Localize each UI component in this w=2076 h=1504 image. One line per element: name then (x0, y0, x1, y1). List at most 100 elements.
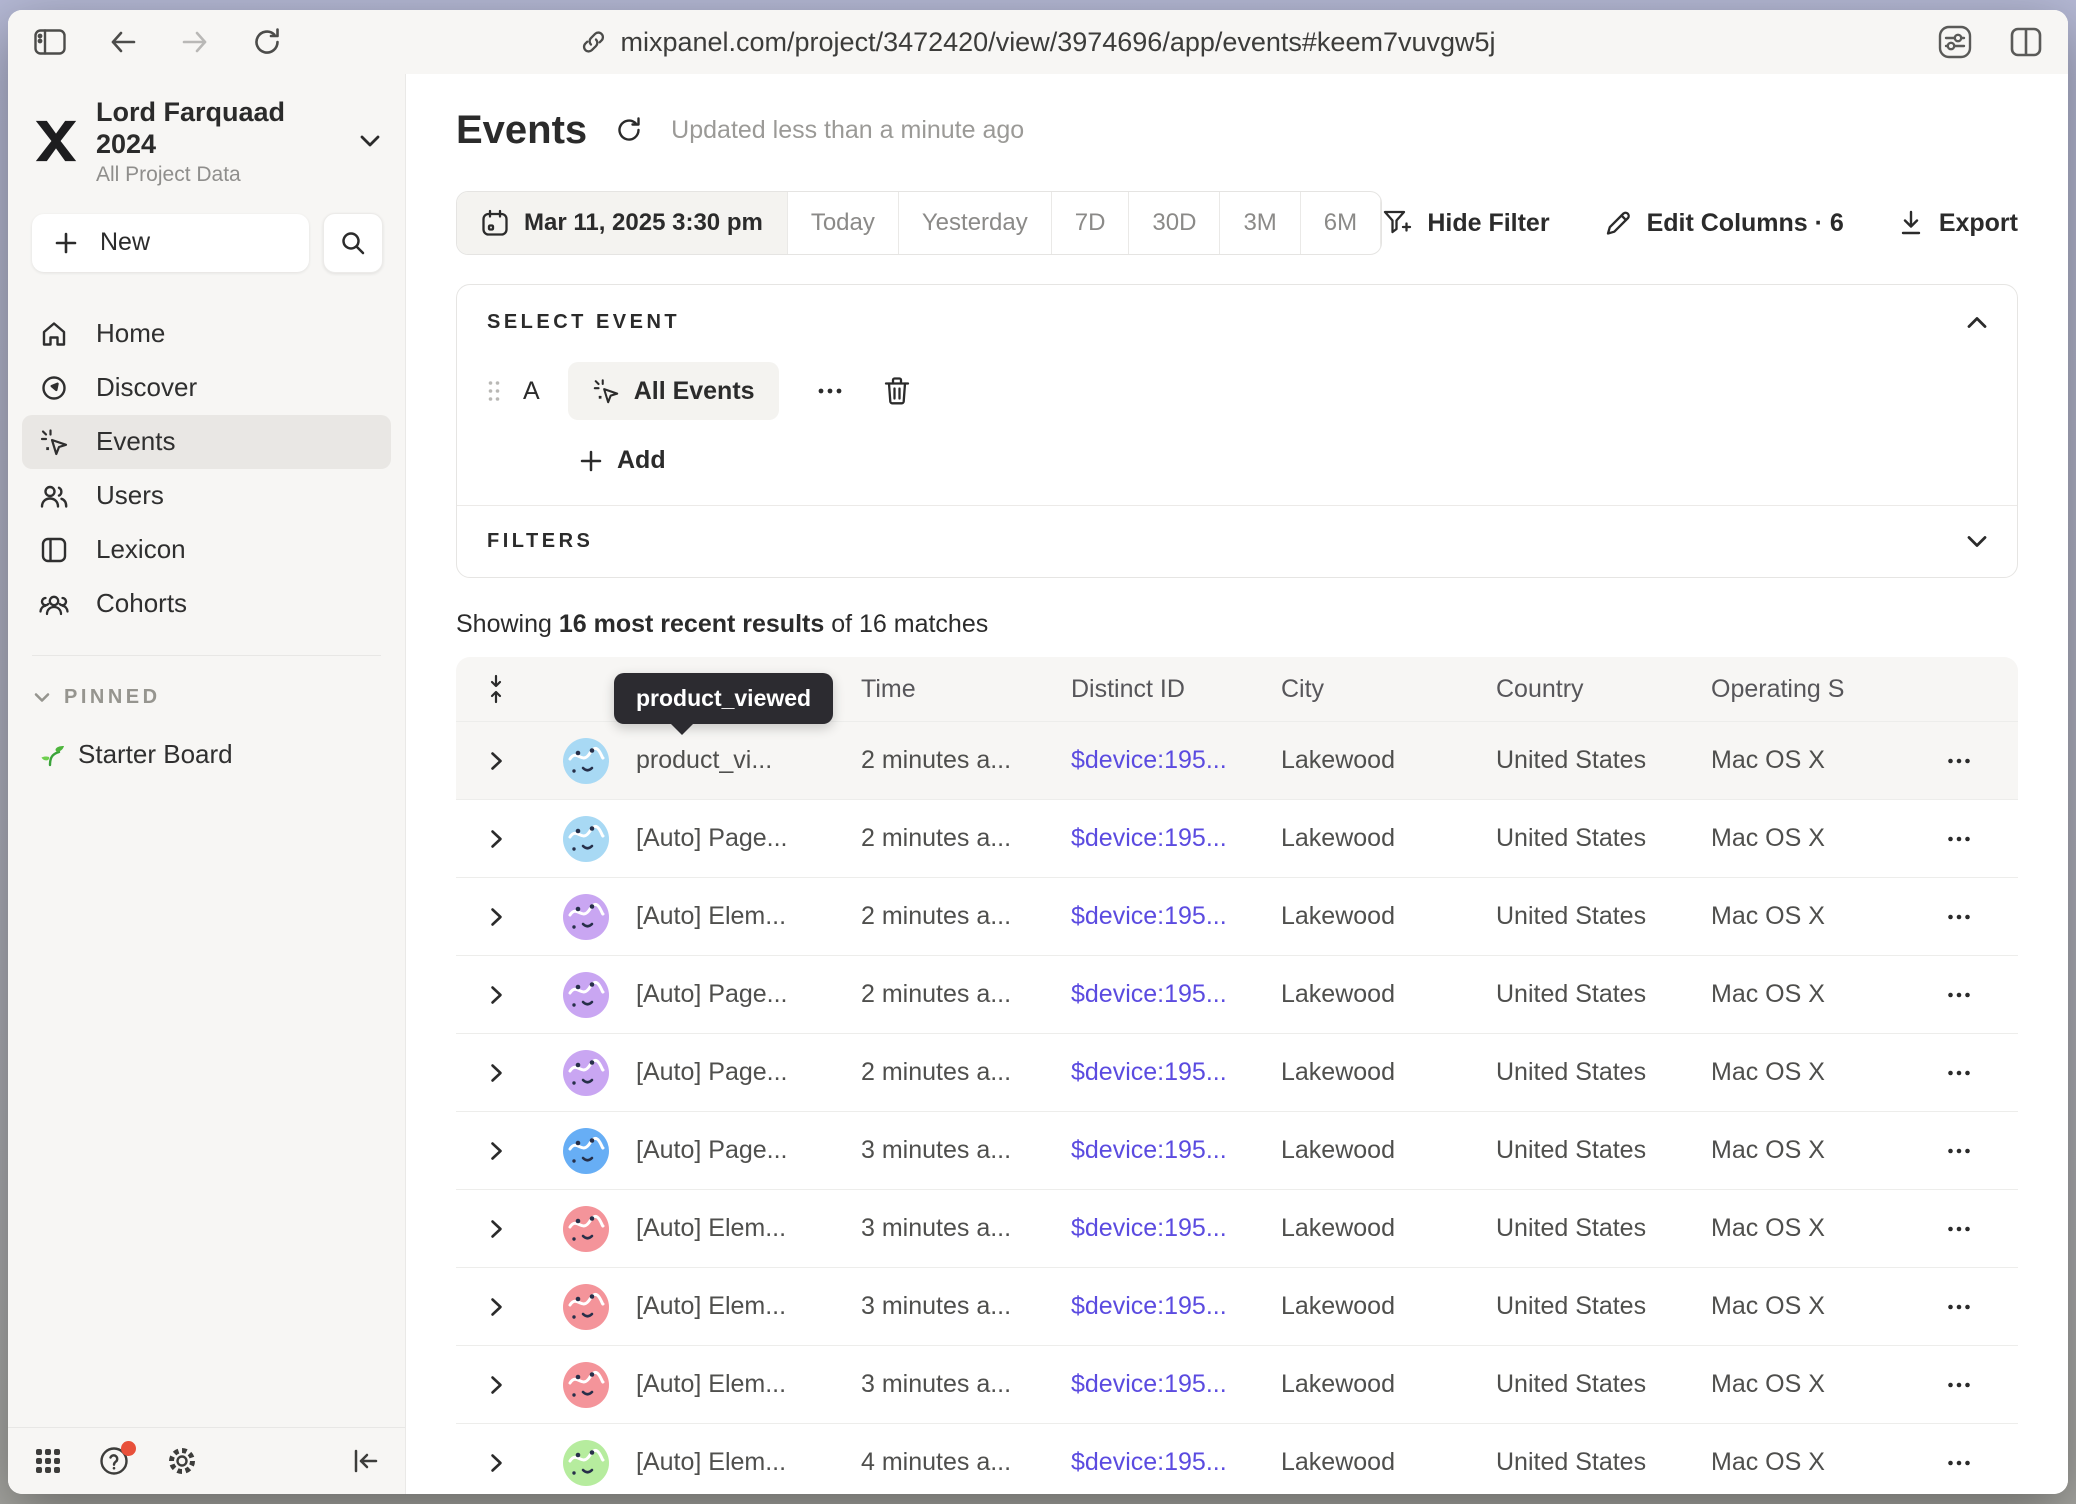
table-row[interactable]: [Auto] Elem... 3 minutes a... $device:19… (456, 1267, 2018, 1345)
preset-yesterday[interactable]: Yesterday (898, 192, 1051, 254)
table-row[interactable]: [Auto] Elem... 2 minutes a... $device:19… (456, 877, 2018, 955)
row-menu-button[interactable] (1947, 757, 1971, 765)
distinct-id-link[interactable]: $device:195... (1071, 1214, 1281, 1243)
workspace-switcher[interactable]: Lord Farquaad 2024 All Project Data (8, 74, 405, 195)
chevron-up-icon[interactable] (1967, 316, 1987, 329)
distinct-id-link[interactable]: $device:195... (1071, 1292, 1281, 1321)
search-button[interactable] (323, 213, 383, 273)
collapse-rows-icon[interactable] (486, 674, 506, 704)
expand-row-icon[interactable] (490, 1141, 503, 1161)
distinct-id-link[interactable]: $device:195... (1071, 980, 1281, 1009)
event-name-cell[interactable]: [Auto] Elem... (636, 902, 861, 931)
pinned-section-toggle[interactable]: PINNED (8, 656, 405, 709)
column-header-distinct-id[interactable]: Distinct ID (1071, 675, 1281, 704)
distinct-id-link[interactable]: $device:195... (1071, 746, 1281, 775)
event-name-cell[interactable]: [Auto] Elem... (636, 1214, 861, 1243)
expand-row-icon[interactable] (490, 1375, 503, 1395)
pencil-icon (1604, 209, 1632, 237)
distinct-id-link[interactable]: $device:195... (1071, 824, 1281, 853)
expand-row-icon[interactable] (490, 985, 503, 1005)
sidebar-item-users[interactable]: Users (22, 469, 391, 523)
preset-3m[interactable]: 3M (1219, 192, 1299, 254)
city-cell: Lakewood (1281, 980, 1496, 1009)
event-name-cell[interactable]: [Auto] Elem... (636, 1292, 861, 1321)
date-picker-button[interactable]: Mar 11, 2025 3:30 pm (457, 192, 787, 254)
new-button[interactable]: New (32, 214, 309, 272)
sidebar-item-lexicon[interactable]: Lexicon (22, 523, 391, 577)
row-menu-button[interactable] (1947, 1381, 1971, 1389)
distinct-id-link[interactable]: $device:195... (1071, 1136, 1281, 1165)
trash-icon[interactable] (883, 376, 911, 406)
refresh-icon[interactable] (615, 116, 643, 144)
event-name-cell[interactable]: product_vi... (636, 746, 861, 775)
row-menu-button[interactable] (1947, 835, 1971, 843)
forward-icon[interactable] (180, 29, 210, 55)
preset-30d[interactable]: 30D (1128, 192, 1219, 254)
event-name-cell[interactable]: [Auto] Elem... (636, 1370, 861, 1399)
distinct-id-link[interactable]: $device:195... (1071, 1448, 1281, 1477)
reload-icon[interactable] (252, 27, 282, 57)
preset-today[interactable]: Today (787, 192, 898, 254)
expand-row-icon[interactable] (490, 1297, 503, 1317)
expand-row-icon[interactable] (490, 1063, 503, 1083)
add-event-button[interactable]: Add (579, 446, 1987, 475)
column-header-os[interactable]: Operating S (1711, 675, 1916, 704)
row-menu-button[interactable] (1947, 1303, 1971, 1311)
preset-6m[interactable]: 6M (1300, 192, 1380, 254)
row-menu-button[interactable] (1947, 1147, 1971, 1155)
sidebar-item-cohorts[interactable]: Cohorts (22, 577, 391, 631)
distinct-id-link[interactable]: $device:195... (1071, 902, 1281, 931)
help-icon[interactable] (98, 1445, 130, 1477)
drag-handle-icon[interactable] (487, 379, 501, 403)
chevron-down-icon[interactable] (1967, 535, 1987, 548)
hide-filter-button[interactable]: Hide Filter (1382, 208, 1549, 238)
event-name-cell[interactable]: [Auto] Page... (636, 1058, 861, 1087)
os-cell: Mac OS X (1711, 980, 1916, 1009)
ellipsis-icon[interactable] (817, 387, 843, 395)
row-menu-button[interactable] (1947, 1459, 1971, 1467)
distinct-id-link[interactable]: $device:195... (1071, 1058, 1281, 1087)
edit-columns-button[interactable]: Edit Columns · 6 (1604, 209, 1844, 238)
row-menu-button[interactable] (1947, 913, 1971, 921)
sidebar-item-home[interactable]: Home (22, 307, 391, 361)
sidebar-item-starter-board[interactable]: Starter Board (8, 709, 405, 770)
table-row[interactable]: [Auto] Elem... 3 minutes a... $device:19… (456, 1189, 2018, 1267)
event-name-cell[interactable]: [Auto] Page... (636, 980, 861, 1009)
row-menu-button[interactable] (1947, 1069, 1971, 1077)
table-row[interactable]: [Auto] Page... 2 minutes a... $device:19… (456, 1033, 2018, 1111)
event-name-cell[interactable]: [Auto] Page... (636, 1136, 861, 1165)
collapse-left-icon[interactable] (351, 1448, 379, 1474)
preset-7d[interactable]: 7D (1051, 192, 1129, 254)
back-icon[interactable] (108, 29, 138, 55)
event-selector-chip[interactable]: All Events (568, 362, 779, 420)
expand-row-icon[interactable] (490, 751, 503, 771)
row-menu-button[interactable] (1947, 1225, 1971, 1233)
sidebar-item-discover[interactable]: Discover (22, 361, 391, 415)
sliders-icon[interactable] (1938, 25, 1972, 59)
expand-row-icon[interactable] (490, 829, 503, 849)
expand-row-icon[interactable] (490, 1453, 503, 1473)
os-cell: Mac OS X (1711, 902, 1916, 931)
column-header-city[interactable]: City (1281, 675, 1496, 704)
gear-icon[interactable] (166, 1445, 198, 1477)
table-row[interactable]: [Auto] Page... 2 minutes a... $device:19… (456, 955, 2018, 1033)
table-row[interactable]: [Auto] Elem... 4 minutes a... $device:19… (456, 1423, 2018, 1494)
row-menu-button[interactable] (1947, 991, 1971, 999)
chevron-down-icon (359, 134, 381, 148)
grid-icon[interactable] (34, 1447, 62, 1475)
table-row[interactable]: [Auto] Page... 3 minutes a... $device:19… (456, 1111, 2018, 1189)
sidebar-item-events[interactable]: Events (22, 415, 391, 469)
split-view-icon[interactable] (2010, 27, 2042, 57)
sidebar-toggle-icon[interactable] (34, 29, 66, 55)
expand-row-icon[interactable] (490, 907, 503, 927)
column-header-time[interactable]: Time (861, 675, 1071, 704)
column-header-country[interactable]: Country (1496, 675, 1711, 704)
address-bar[interactable]: mixpanel.com/project/3472420/view/397469… (580, 10, 1495, 74)
expand-row-icon[interactable] (490, 1219, 503, 1239)
table-row[interactable]: [Auto] Elem... 3 minutes a... $device:19… (456, 1345, 2018, 1423)
event-name-cell[interactable]: [Auto] Page... (636, 824, 861, 853)
export-button[interactable]: Export (1898, 209, 2018, 238)
event-name-cell[interactable]: [Auto] Elem... (636, 1448, 861, 1477)
table-row[interactable]: [Auto] Page... 2 minutes a... $device:19… (456, 799, 2018, 877)
distinct-id-link[interactable]: $device:195... (1071, 1370, 1281, 1399)
